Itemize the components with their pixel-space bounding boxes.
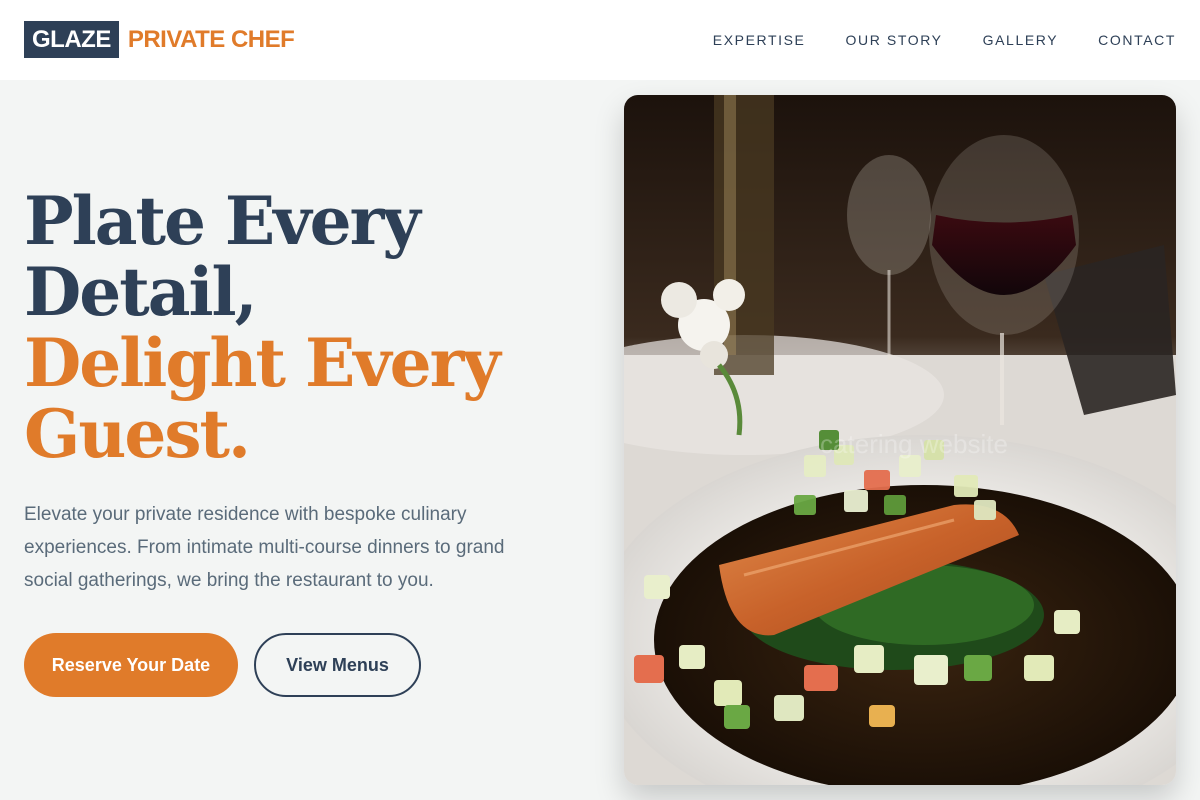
reserve-date-button[interactable]: Reserve Your Date [24,633,238,697]
site-header: GLAZE PRIVATE CHEF EXPERTISE OUR STORY G… [0,0,1200,80]
main-nav: EXPERTISE OUR STORY GALLERY CONTACT [713,30,1176,50]
image-watermark: catering website [820,429,1008,459]
brand-logo[interactable]: GLAZE PRIVATE CHEF [24,21,295,58]
nav-link-expertise[interactable]: EXPERTISE [713,30,806,50]
hero-food-image: catering website [624,95,1176,785]
headline-line-3: Delight Every [24,324,501,402]
hero-lead: Elevate your private residence with besp… [24,504,505,591]
headline-line-2: Detail, [24,253,258,331]
hero-headline: Plate Every Detail, Delight Every Guest. [24,186,584,470]
nav-link-contact[interactable]: CONTACT [1098,30,1176,50]
headline-line-1: Plate Every [24,182,421,260]
nav-link-our-story[interactable]: OUR STORY [846,30,943,50]
logo-text: PRIVATE CHEF [127,25,295,53]
headline-line-4: Guest. [24,395,251,473]
logo-box: GLAZE [24,21,119,58]
view-menus-button[interactable]: View Menus [254,633,421,697]
nav-link-gallery[interactable]: GALLERY [983,30,1059,50]
